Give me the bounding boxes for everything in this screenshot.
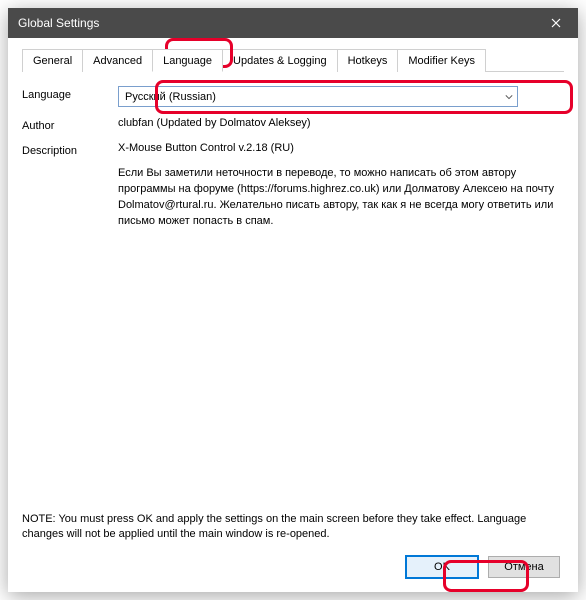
author-value: clubfan (Updated by Dolmatov Aleksey) xyxy=(118,117,564,132)
ok-button[interactable]: OK xyxy=(406,556,478,578)
tab-general[interactable]: General xyxy=(22,49,83,72)
description-title: X-Mouse Button Control v.2.18 (RU) xyxy=(118,142,564,154)
description-label: Description xyxy=(22,142,118,230)
button-row: OK Отмена xyxy=(406,556,560,578)
window-title: Global Settings xyxy=(18,16,99,30)
author-label: Author xyxy=(22,117,118,132)
content-area: General Advanced Language Updates & Logg… xyxy=(8,38,578,254)
language-label: Language xyxy=(22,86,118,107)
language-dropdown[interactable]: Русский (Russian) xyxy=(118,86,518,107)
titlebar: Global Settings xyxy=(8,8,578,38)
close-button[interactable] xyxy=(533,8,578,38)
note-text: NOTE: You must press OK and apply the se… xyxy=(22,512,564,542)
close-icon xyxy=(551,18,561,28)
tab-updates[interactable]: Updates & Logging xyxy=(222,49,338,72)
description-body: Если Вы заметили неточности в переводе, … xyxy=(118,166,564,230)
tab-language[interactable]: Language xyxy=(152,49,223,72)
tab-hotkeys[interactable]: Hotkeys xyxy=(337,49,399,72)
tab-strip: General Advanced Language Updates & Logg… xyxy=(22,48,564,72)
tab-modifier[interactable]: Modifier Keys xyxy=(397,49,486,72)
cancel-button[interactable]: Отмена xyxy=(488,556,560,578)
tab-advanced[interactable]: Advanced xyxy=(82,49,153,72)
language-value: Русский (Russian) xyxy=(125,91,216,103)
chevron-down-icon xyxy=(505,93,513,101)
